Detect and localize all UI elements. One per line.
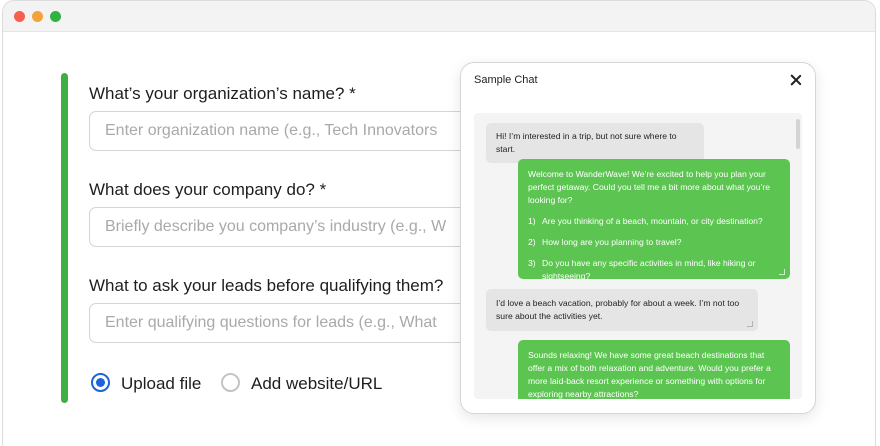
list-number: 2) <box>528 237 536 247</box>
upload-file-label[interactable]: Upload file <box>121 374 201 394</box>
form-accent-bar <box>61 73 68 403</box>
user-message-1-text: Hi! I’m interested in a trip, but not su… <box>496 131 677 154</box>
sample-chat-panel: Sample Chat Hi! I’m interested in a trip… <box>460 62 816 414</box>
close-icon[interactable] <box>789 73 803 87</box>
user-message-1: Hi! I’m interested in a trip, but not su… <box>486 123 704 163</box>
org-name-placeholder: Enter organization name (e.g., Tech Inno… <box>105 122 438 139</box>
upload-file-radio[interactable] <box>91 373 110 392</box>
qualifying-questions-label: What to ask your leads before qualifying… <box>89 276 444 295</box>
chat-scrollbar[interactable] <box>796 119 800 149</box>
list-text: Do you have any specific activities in m… <box>542 258 756 281</box>
add-website-label[interactable]: Add website/URL <box>251 374 382 394</box>
window-titlebar <box>3 1 875 32</box>
list-text: Are you thinking of a beach, mountain, o… <box>542 216 763 226</box>
bot-question-list: 1) Are you thinking of a beach, mountain… <box>528 215 780 283</box>
bot-message-2: Sounds relaxing! We have some great beac… <box>518 340 790 399</box>
chat-header: Sample Chat <box>461 63 815 99</box>
bot-message-2-text: Sounds relaxing! We have some great beac… <box>528 350 771 399</box>
user-message-2-text: I’d love a beach vacation, probably for … <box>496 298 740 321</box>
bot-message-1: Welcome to WanderWave! We’re excited to … <box>518 159 790 281</box>
bot-question-item: 3) Do you have any specific activities i… <box>528 257 780 283</box>
list-number: 1) <box>528 216 536 226</box>
org-name-label: What’s your organization’s name? * <box>89 84 356 103</box>
minimize-window-icon[interactable] <box>32 11 43 22</box>
qualifying-questions-placeholder: Enter qualifying questions for leads (e.… <box>105 314 437 331</box>
chat-messages[interactable]: Hi! I’m interested in a trip, but not su… <box>474 113 802 399</box>
user-message-2: I’d love a beach vacation, probably for … <box>486 289 758 331</box>
add-website-radio[interactable] <box>221 373 240 392</box>
company-description-placeholder: Briefly describe you company’s industry … <box>105 218 447 235</box>
bot-question-item: 2) How long are you planning to travel? <box>528 236 780 249</box>
qualifying-questions-input[interactable]: Enter qualifying questions for leads (e.… <box>89 303 509 343</box>
close-window-icon[interactable] <box>14 11 25 22</box>
org-name-input[interactable]: Enter organization name (e.g., Tech Inno… <box>89 111 509 151</box>
bot-question-item: 1) Are you thinking of a beach, mountain… <box>528 215 780 228</box>
list-number: 3) <box>528 258 536 268</box>
chat-title: Sample Chat <box>474 74 538 86</box>
resize-handle-icon <box>747 321 753 327</box>
resize-handle-icon <box>779 269 785 275</box>
bot-message-1-text: Welcome to WanderWave! We’re excited to … <box>528 169 771 205</box>
maximize-window-icon[interactable] <box>50 11 61 22</box>
list-text: How long are you planning to travel? <box>542 237 682 247</box>
company-description-label: What does your company do? * <box>89 180 327 199</box>
company-description-input[interactable]: Briefly describe you company’s industry … <box>89 207 509 247</box>
